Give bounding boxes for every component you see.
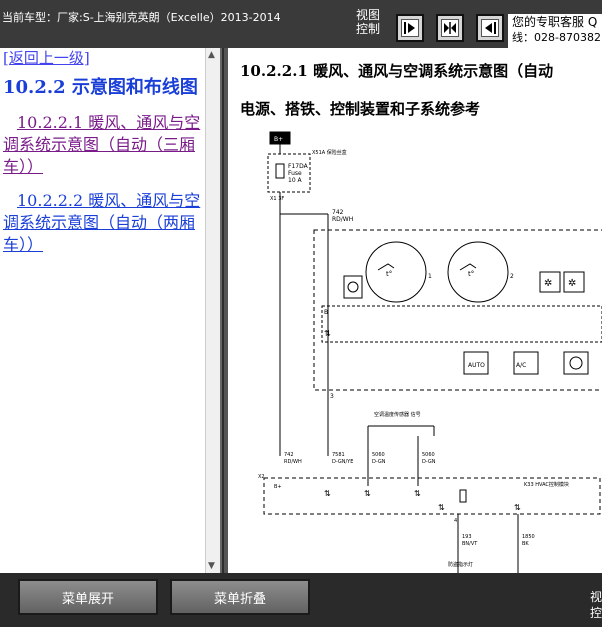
wire-bnvt: BN/VT — [462, 541, 478, 547]
document-heading: 10.2.2.1 暖风、通风与空调系统示意图（自动 — [240, 62, 554, 80]
fuse-rating: 10 A — [288, 177, 303, 184]
hvac-module-label: K33 HVAC控制模块 — [524, 481, 569, 488]
scroll-down-icon[interactable]: ▼ — [208, 561, 215, 571]
wire-5060-a: 5060 — [372, 452, 385, 458]
gauge-pin-1: 1 — [428, 273, 432, 280]
svg-text:⇅: ⇅ — [514, 503, 521, 512]
wire-rdwh-top: RD/WH — [332, 216, 353, 223]
ac-button-label: A/C — [516, 362, 526, 369]
bottom-bar: 菜单展开 菜单折叠 视控 — [0, 573, 602, 627]
wiring-diagram: B+ X51A 保险丝盒 F17DA Fuse 10 A X1 3F 742 R… — [258, 131, 602, 573]
view-control-label: 视图控制 — [356, 8, 381, 36]
x2-pin-label: 4 — [454, 518, 457, 524]
wire-bk: BK — [522, 541, 529, 547]
svg-text:⇅: ⇅ — [324, 329, 331, 338]
wire-742-top: 742 — [332, 209, 344, 216]
arrow-right-icon — [401, 19, 419, 37]
svg-text:⇅: ⇅ — [364, 489, 371, 498]
menu-collapse-button[interactable]: 菜单折叠 — [170, 579, 310, 615]
wire-dgn-b: D-GN — [422, 459, 436, 465]
document-subheading: 电源、搭铁、控制装置和子系统参考 — [240, 100, 481, 118]
section-title: 10.2.2 示意图和布线图 — [3, 77, 198, 98]
nav-scrollbar[interactable]: ▲ ▼ — [205, 48, 220, 573]
x2-label: X2 — [258, 474, 265, 480]
x1-pin-label: X1 3F — [270, 196, 284, 202]
wire-dgnye: D-GN/YE — [332, 459, 353, 465]
sensor-group-label: 空调温度传感器 信号 — [374, 411, 421, 418]
wire-7581: 7581 — [332, 452, 345, 458]
wire-dgn-a: D-GN — [372, 459, 386, 465]
svg-text:✲: ✲ — [544, 278, 552, 289]
svg-text:⇅: ⇅ — [414, 489, 421, 498]
service-phone: 线：028-870382 — [512, 31, 601, 44]
b-plus-label: B+ — [274, 136, 283, 143]
document-panel: 10.2.2.1 暖风、通风与空调系统示意图（自动 电源、搭铁、控制装置和子系统… — [224, 48, 602, 573]
menu-expand-button[interactable]: 菜单展开 — [18, 579, 158, 615]
view-split-button[interactable] — [436, 14, 464, 42]
svg-text:t°: t° — [468, 270, 474, 278]
gauge-pin-2: 2 — [510, 273, 514, 280]
wire-1850: 1850 — [522, 534, 535, 540]
arrow-left-icon — [481, 19, 499, 37]
nav-item-hatchback[interactable]: 10.2.2.2 暖风、通风与空调系统示意图（自动（两厢车）） — [3, 190, 203, 256]
split-arrows-icon — [441, 19, 459, 37]
connector-pin-3: 3 — [330, 393, 334, 400]
wire-193: 193 — [462, 534, 472, 540]
svg-text:⇅: ⇅ — [324, 489, 331, 498]
svg-text:⇅: ⇅ — [438, 503, 445, 512]
wire-5060-b: 5060 — [422, 452, 435, 458]
fuse-block-label: X51A 保险丝盒 — [312, 149, 347, 156]
back-link[interactable]: [返回上一级] — [3, 48, 203, 68]
fuse-word: Fuse — [288, 170, 302, 177]
connector-b-label: B — [324, 309, 328, 316]
svg-text:t°: t° — [386, 270, 392, 278]
svg-text:✲: ✲ — [568, 278, 576, 289]
fuse-id: F17DA — [288, 163, 309, 170]
bottom-note: 防盗指示灯 — [448, 561, 473, 568]
customer-service-box: 您的专职客服 Q 线：028-870382 — [508, 14, 602, 48]
view-expand-left-button[interactable] — [476, 14, 504, 42]
top-bar: 当前车型：厂家:S-上海别克英朗（Excelle）2013-2014 视图控制 … — [0, 0, 602, 48]
service-label: 您的专职客服 Q — [512, 15, 598, 29]
module-b-plus: B+ — [274, 484, 282, 490]
navigation-panel: [返回上一级] 10.2.2 示意图和布线图 10.2.2.1 暖风、通风与空调… — [0, 48, 222, 573]
wire-rdwh-bottom: RD/WH — [284, 459, 302, 465]
auto-button-label: AUTO — [468, 362, 485, 369]
scroll-up-icon[interactable]: ▲ — [208, 50, 215, 60]
bottom-view-label: 视控 — [590, 590, 602, 620]
wire-742-bottom: 742 — [284, 452, 294, 458]
view-expand-right-button[interactable] — [396, 14, 424, 42]
nav-item-sedan[interactable]: 10.2.2.1 暖风、通风与空调系统示意图（自动（三厢车）） — [3, 112, 203, 178]
vehicle-model-label: 当前车型：厂家:S-上海别克英朗（Excelle）2013-2014 — [2, 11, 281, 24]
